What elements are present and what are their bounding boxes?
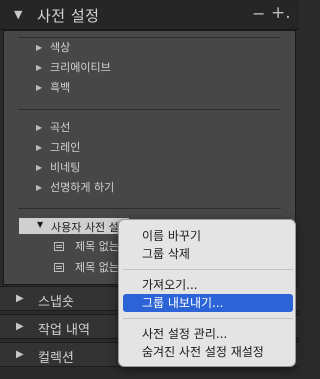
disclosure-arrow-icon[interactable]: ▶ (36, 83, 50, 92)
disclosure-arrow-icon[interactable]: ▶ (36, 143, 50, 152)
menu-item-import[interactable]: 가져오기... (123, 276, 293, 294)
menu-divider (123, 318, 293, 319)
divider (18, 208, 281, 209)
divider (18, 109, 281, 110)
expand-triangle-icon[interactable]: ▶ (16, 293, 24, 304)
presets-panel-header[interactable]: ▼ 사전 설정 − +. (0, 0, 299, 30)
menu-item-rename[interactable]: 이름 바꾸기 (123, 227, 293, 245)
disclosure-arrow-icon[interactable]: ▶ (36, 183, 50, 192)
divider (18, 37, 281, 38)
preset-folder-creative[interactable]: ▶ 크리에이티브 (36, 59, 111, 77)
folder-label: 선명하게 하기 (50, 181, 115, 194)
menu-item-delete-group[interactable]: 그룹 삭제 (123, 245, 293, 263)
disclosure-arrow-icon[interactable]: ▶ (36, 43, 50, 52)
preset-folder-sharpen[interactable]: ▶ 선명하게 하기 (36, 179, 114, 197)
disclosure-arrow-icon[interactable]: ▶ (36, 63, 50, 72)
add-preset-button[interactable]: +. (271, 3, 291, 23)
preset-folder-bw[interactable]: ▶ 흑백 (36, 79, 70, 97)
context-menu: 이름 바꾸기 그룹 삭제 가져오기... 그룹 내보내기... 사전 설정 관리… (118, 219, 296, 367)
menu-item-export-group[interactable]: 그룹 내보내기... (123, 294, 293, 312)
folder-label: 흑백 (50, 81, 71, 94)
menu-divider (123, 269, 293, 270)
folder-label: 비네팅 (50, 161, 81, 174)
preset-folder-grain[interactable]: ▶ 그레인 (36, 139, 80, 157)
folder-label: 크리에이티브 (50, 61, 111, 74)
preset-document-icon (54, 242, 64, 251)
panel-label: 컬렉션 (38, 351, 74, 366)
preset-folder-curve[interactable]: ▶ 곡선 (36, 119, 70, 137)
remove-preset-button[interactable]: − (252, 4, 265, 23)
expanded-arrow-icon[interactable]: ▼ (37, 220, 43, 229)
menu-item-reset-hidden-presets[interactable]: 숨겨진 사전 설정 재설정 (123, 343, 293, 361)
expand-triangle-icon[interactable]: ▶ (16, 321, 24, 332)
preset-document-icon (54, 263, 64, 272)
user-presets-folder[interactable]: ▼ 사용자 사전 설정 (19, 218, 129, 234)
panel-title: 사전 설정 (37, 7, 100, 25)
folder-label: 곡선 (50, 121, 71, 134)
expand-triangle-icon[interactable]: ▶ (16, 349, 24, 360)
panel-label: 작업 내역 (38, 323, 90, 338)
preset-folder-vignetting[interactable]: ▶ 비네팅 (36, 159, 80, 177)
folder-label: 그레인 (50, 141, 81, 154)
collapse-triangle-icon[interactable]: ▼ (14, 8, 22, 21)
preset-folder-color[interactable]: ▶ 색상 (36, 39, 70, 57)
disclosure-arrow-icon[interactable]: ▶ (36, 123, 50, 132)
menu-item-manage-presets[interactable]: 사전 설정 관리... (123, 325, 293, 343)
panel-label: 스냅숏 (38, 295, 74, 310)
folder-label: 색상 (50, 41, 71, 54)
disclosure-arrow-icon[interactable]: ▶ (36, 163, 50, 172)
